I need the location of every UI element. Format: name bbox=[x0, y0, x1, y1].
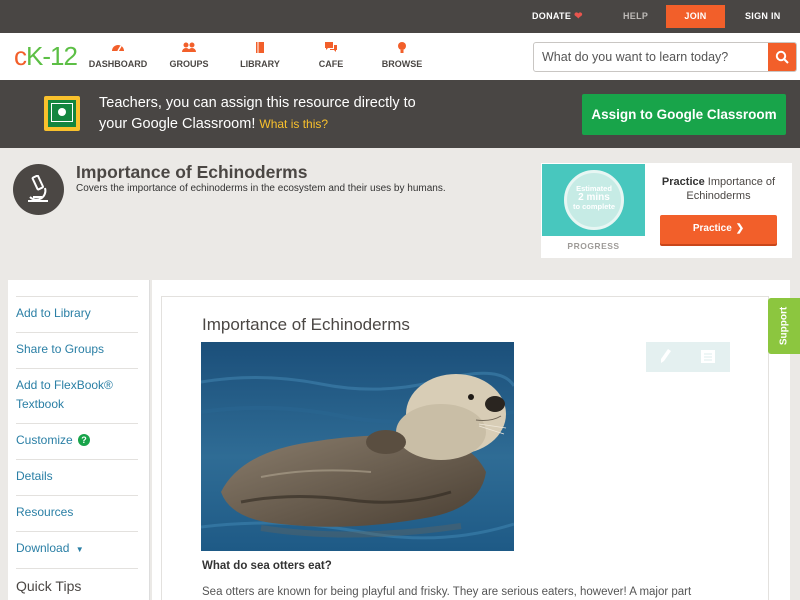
help-link[interactable]: HELP bbox=[623, 0, 648, 33]
sign-in-link[interactable]: SIGN IN bbox=[745, 0, 781, 33]
sidebar-resources[interactable]: Resources bbox=[16, 495, 138, 522]
page-title: Importance of Echinoderms bbox=[76, 162, 308, 182]
what-is-this-link[interactable]: What is this? bbox=[259, 117, 328, 131]
nav-browse[interactable]: BROWSE bbox=[367, 41, 437, 69]
classroom-message: Teachers, you can assign this resource d… bbox=[99, 93, 519, 135]
nav-cafe-label: CAFE bbox=[318, 59, 344, 69]
heart-icon: ❤ bbox=[574, 11, 583, 22]
nav-dashboard[interactable]: DASHBOARD bbox=[83, 41, 153, 69]
practice-button[interactable]: Practice ❯ bbox=[660, 215, 777, 244]
content-paragraph: Sea otters are known for being playful a… bbox=[202, 586, 692, 598]
cafe-icon bbox=[296, 41, 366, 57]
classroom-line1: Teachers, you can assign this resource d… bbox=[99, 95, 416, 111]
microscope-icon bbox=[13, 164, 64, 215]
search-placeholder: What do you want to learn today? bbox=[542, 50, 729, 64]
search-input[interactable]: What do you want to learn today? bbox=[533, 42, 797, 72]
progress-ring: Estimated 2 mins to complete bbox=[564, 170, 624, 230]
progress-label: PROGRESS bbox=[567, 241, 620, 251]
notes-icon[interactable] bbox=[701, 350, 715, 363]
dashboard-icon bbox=[83, 41, 153, 57]
content-title: Importance of Echinoderms bbox=[202, 315, 410, 334]
nav-groups[interactable]: GROUPS bbox=[154, 41, 224, 69]
support-label: Support bbox=[778, 306, 790, 346]
highlighter-icon[interactable] bbox=[660, 348, 672, 364]
groups-icon bbox=[154, 41, 224, 57]
help-icon[interactable]: ? bbox=[78, 434, 91, 446]
nav-cafe[interactable]: CAFE bbox=[296, 41, 366, 69]
search-button[interactable] bbox=[768, 43, 796, 71]
content-question: What do sea otters eat? bbox=[202, 560, 332, 572]
chevron-right-icon: ❯ bbox=[735, 223, 745, 234]
caret-down-icon: ▼ bbox=[75, 545, 84, 554]
sidebar-add-to-library[interactable]: Add to Library bbox=[16, 296, 138, 323]
customize-label: Customize bbox=[16, 433, 73, 447]
ck12-logo[interactable]: cK-12 bbox=[14, 41, 78, 72]
page-subtitle: Covers the importance of echinoderms in … bbox=[76, 183, 446, 194]
practice-title: Practice Importance of Echinoderms bbox=[661, 176, 776, 202]
practice-card: Estimated 2 mins to complete PROGRESS Pr… bbox=[541, 163, 792, 258]
annotation-tools bbox=[646, 342, 730, 372]
classroom-line2: your Google Classroom! bbox=[99, 116, 256, 132]
nav-library-label: LIBRARY bbox=[240, 59, 280, 69]
sidebar-share-to-groups[interactable]: Share to Groups bbox=[16, 332, 138, 359]
search-icon bbox=[775, 50, 789, 64]
practice-button-label: Practice bbox=[692, 223, 732, 234]
top-utility-bar: DONATE ❤ HELP JOIN SIGN IN bbox=[0, 0, 800, 33]
support-tab[interactable]: Support bbox=[768, 298, 800, 354]
nav-browse-label: BROWSE bbox=[381, 59, 423, 69]
sea-otter-image bbox=[201, 342, 514, 551]
download-label: Download bbox=[16, 541, 70, 555]
to-complete-label: to complete bbox=[572, 202, 616, 211]
action-sidebar: Add to Library Share to Groups Add to Fl… bbox=[8, 280, 150, 600]
donate-label: DONATE bbox=[532, 11, 572, 21]
assign-classroom-button[interactable]: Assign to Google Classroom bbox=[582, 94, 786, 135]
sidebar-details[interactable]: Details bbox=[16, 459, 138, 486]
nav-library[interactable]: LIBRARY bbox=[225, 41, 295, 69]
library-icon bbox=[225, 41, 295, 57]
nav-dashboard-label: DASHBOARD bbox=[88, 59, 148, 69]
browse-icon bbox=[367, 41, 437, 57]
nav-groups-label: GROUPS bbox=[169, 59, 209, 69]
join-button[interactable]: JOIN bbox=[666, 5, 725, 28]
sidebar-customize[interactable]: Customize ? bbox=[16, 423, 138, 450]
sidebar-add-to-flexbook[interactable]: Add to FlexBook® Textbook bbox=[16, 368, 138, 414]
practice-thumbnail[interactable]: Estimated 2 mins to complete bbox=[542, 164, 645, 236]
sidebar-download[interactable]: Download ▼ bbox=[16, 531, 138, 559]
google-classroom-icon bbox=[44, 96, 80, 131]
main-nav: cK-12 DASHBOARD GROUPS LIBRARY CAFE BROW… bbox=[0, 33, 800, 80]
google-classroom-banner: Teachers, you can assign this resource d… bbox=[0, 80, 800, 148]
quick-tips-heading[interactable]: Quick Tips bbox=[16, 568, 138, 594]
donate-link[interactable]: DONATE ❤ bbox=[532, 0, 583, 33]
